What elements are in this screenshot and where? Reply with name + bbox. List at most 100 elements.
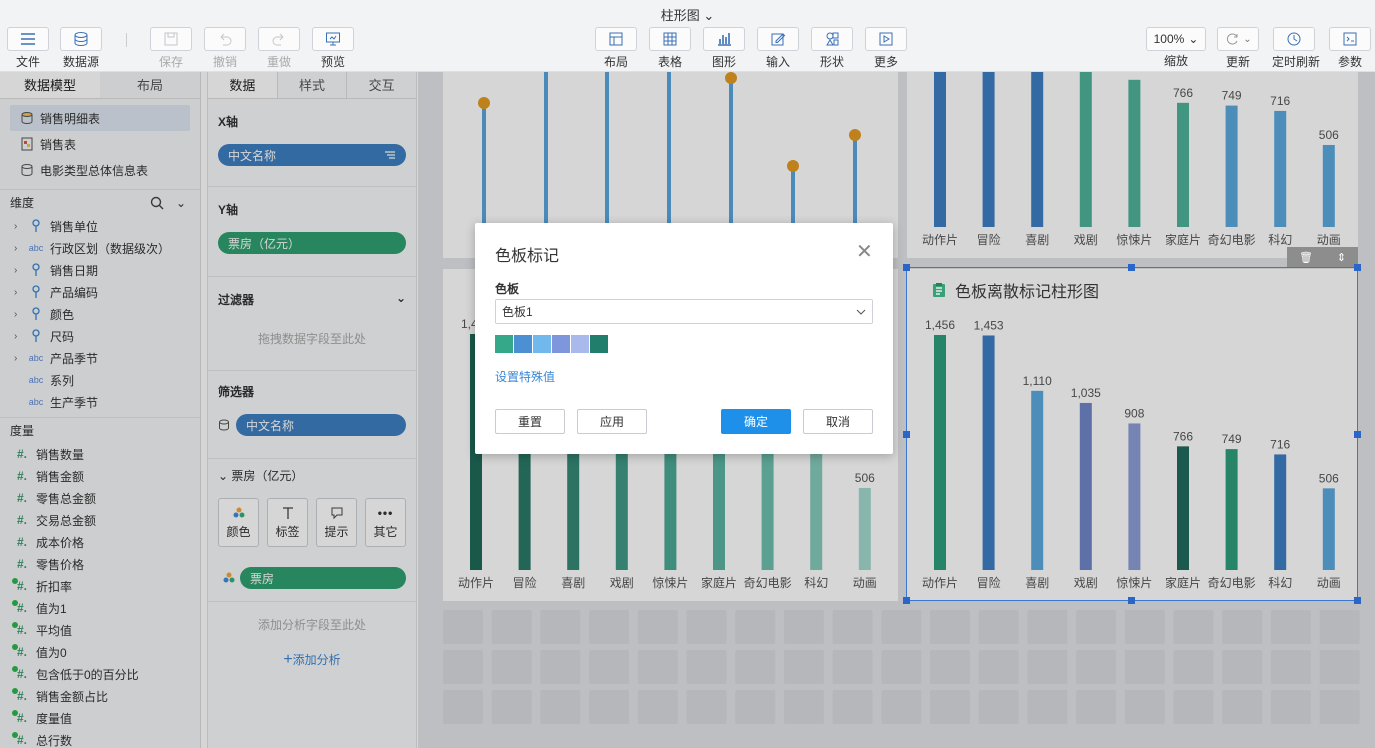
x-axis-field-pill[interactable]: 中文名称	[218, 144, 406, 166]
measure-item[interactable]: #. 销售金额占比	[0, 685, 200, 707]
chevron-right-icon[interactable]: ›	[14, 331, 22, 342]
apply-button[interactable]: 应用	[577, 409, 647, 434]
trash-icon[interactable]: 🗑	[1299, 251, 1313, 264]
dimension-item[interactable]: › 销售单位	[0, 215, 200, 237]
refresh-button[interactable]: ⌄ 更新	[1216, 27, 1260, 70]
palette-swatch[interactable]	[533, 335, 551, 353]
zoom-select[interactable]: 100% ⌄	[1146, 27, 1206, 51]
mark-tooltip-button[interactable]: 提示	[316, 498, 357, 547]
dimension-item[interactable]: › abc 产品季节	[0, 347, 200, 369]
table-button[interactable]: 表格	[648, 27, 692, 70]
tab-interaction[interactable]: 交互	[347, 72, 416, 98]
measure-item[interactable]: #. 度量值	[0, 707, 200, 729]
color-field-pill[interactable]: 票房	[240, 567, 406, 589]
resize-handle[interactable]	[903, 264, 910, 271]
analysis-drop-zone[interactable]: 添加分析字段至此处	[208, 602, 416, 647]
more-button[interactable]: 更多	[864, 27, 908, 70]
resize-handle[interactable]	[903, 597, 910, 604]
palette-swatch[interactable]	[552, 335, 570, 353]
ok-button[interactable]: 确定	[721, 409, 791, 434]
table-item-sales-detail[interactable]: 销售明细表	[10, 105, 190, 131]
measure-item[interactable]: #. 平均值	[0, 619, 200, 641]
dimension-item[interactable]: abc 系列	[0, 369, 200, 391]
resize-handle[interactable]	[1354, 597, 1361, 604]
tab-data-model[interactable]: 数据模型	[0, 72, 100, 98]
save-button[interactable]: 保存	[149, 27, 193, 70]
timed-refresh-button[interactable]: 定时刷新	[1272, 27, 1320, 70]
palette-swatch[interactable]	[495, 335, 513, 353]
move-icon[interactable]: ⇕	[1337, 251, 1346, 264]
table-item-movie-genre[interactable]: 电影类型总体信息表	[0, 157, 200, 183]
dimension-item[interactable]: abc 生产季节	[0, 391, 200, 413]
sort-icon[interactable]	[384, 150, 396, 160]
layout-button[interactable]: 布局	[594, 27, 638, 70]
chevron-right-icon[interactable]: ›	[14, 221, 22, 232]
resize-handle[interactable]	[1128, 597, 1135, 604]
undo-button[interactable]: 撤销	[203, 27, 247, 70]
dimension-item[interactable]: › 销售日期	[0, 259, 200, 281]
resize-handle[interactable]	[1128, 264, 1135, 271]
reset-button[interactable]: 重置	[495, 409, 565, 434]
mark-color-button[interactable]: 颜色	[218, 498, 259, 547]
measure-item[interactable]: #. 成本价格	[0, 531, 200, 553]
mark-label-button[interactable]: 标签	[267, 498, 308, 547]
palette-swatch[interactable]	[590, 335, 608, 353]
preview-button[interactable]: 预览	[311, 27, 355, 70]
table-item-sales[interactable]: 销售表	[0, 131, 200, 157]
measure-item[interactable]: #. 销售金额	[0, 465, 200, 487]
palette-select[interactable]: 色板1	[495, 299, 873, 324]
palette-swatch[interactable]	[571, 335, 589, 353]
tab-layout[interactable]: 布局	[100, 72, 200, 98]
chevron-right-icon[interactable]: ›	[14, 265, 22, 276]
cancel-button[interactable]: 取消	[803, 409, 873, 434]
dimension-item[interactable]: › 尺码	[0, 325, 200, 347]
redo-button[interactable]: 重做	[257, 27, 301, 70]
graph-button[interactable]: 图形	[702, 27, 746, 70]
measure-item[interactable]: #. 交易总金额	[0, 509, 200, 531]
datasource-button[interactable]: 数据源	[59, 27, 103, 70]
resize-handle[interactable]	[1354, 264, 1361, 271]
dimension-item[interactable]: › 颜色	[0, 303, 200, 325]
measure-item[interactable]: #. 包含低于0的百分比	[0, 663, 200, 685]
dimension-item[interactable]: › 产品编码	[0, 281, 200, 303]
chart-bar	[1274, 110, 1287, 227]
tab-data[interactable]: 数据	[208, 72, 278, 98]
params-button[interactable]: 参数	[1328, 27, 1372, 70]
dimension-label: 销售单位	[50, 219, 99, 234]
resize-handle[interactable]	[903, 431, 910, 438]
input-button[interactable]: 输入	[756, 27, 800, 70]
measure-item[interactable]: #. 销售数量	[0, 443, 200, 465]
measure-item[interactable]: #. 值为0	[0, 641, 200, 663]
measure-item[interactable]: #. 总行数	[0, 729, 200, 748]
shape-button[interactable]: 形状	[810, 27, 854, 70]
mark-other-button[interactable]: ••• 其它	[365, 498, 406, 547]
set-special-values-link[interactable]: 设置特殊值	[495, 368, 555, 385]
file-button[interactable]: 文件	[6, 27, 50, 70]
calculated-dot-icon	[12, 600, 18, 606]
measure-group-header[interactable]: ⌄ 票房（亿元）	[208, 459, 416, 492]
dimension-item[interactable]: › abc 行政区划（数据级次）	[0, 237, 200, 259]
filter-drop-zone[interactable]: 拖拽数据字段至此处	[218, 316, 406, 361]
chevron-right-icon[interactable]: ›	[14, 309, 22, 320]
resize-handle[interactable]	[1354, 431, 1361, 438]
selector-field-pill[interactable]: 中文名称	[236, 414, 406, 436]
chevron-down-icon[interactable]: ⌄	[176, 196, 186, 210]
tab-style[interactable]: 样式	[278, 72, 348, 98]
chevron-right-icon[interactable]: ›	[14, 353, 22, 364]
measure-item[interactable]: #. 折扣率	[0, 575, 200, 597]
search-icon[interactable]	[150, 196, 164, 210]
table-db-icon	[21, 164, 33, 177]
chevron-right-icon[interactable]: ›	[14, 243, 22, 254]
placeholder-block	[930, 650, 970, 684]
close-icon[interactable]: ✕	[856, 239, 873, 264]
measure-item[interactable]: #. 值为1	[0, 597, 200, 619]
measure-item[interactable]: #. 零售价格	[0, 553, 200, 575]
measure-item[interactable]: #. 零售总金额	[0, 487, 200, 509]
add-analysis-button[interactable]: +添加分析	[208, 651, 416, 669]
measure-label: 销售金额	[36, 469, 85, 484]
palette-swatch[interactable]	[514, 335, 532, 353]
document-title[interactable]: 柱形图 ⌄	[0, 5, 1375, 24]
y-axis-field-pill[interactable]: 票房（亿元）	[218, 232, 406, 254]
chevron-down-icon[interactable]: ⌄	[396, 291, 406, 308]
chevron-right-icon[interactable]: ›	[14, 287, 22, 298]
